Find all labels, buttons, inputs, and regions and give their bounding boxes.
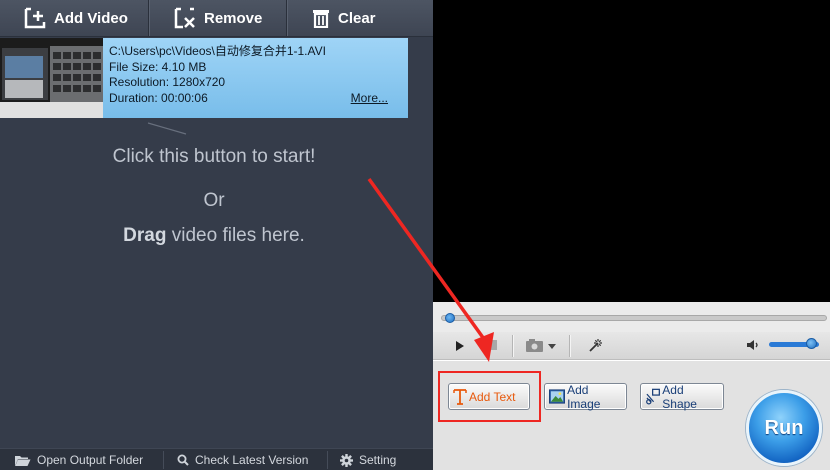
annotation-highlight-box	[438, 371, 541, 422]
camera-icon[interactable]	[525, 339, 557, 353]
edit-area: Add Text Add Image Add Shape Run	[433, 361, 830, 470]
volume-slider-handle[interactable]	[805, 338, 817, 349]
setting-label: Setting	[359, 453, 397, 467]
add-video-icon	[24, 7, 46, 29]
video-thumbnail	[0, 38, 103, 118]
file-list-item[interactable]: C:\Users\pc\Videos\自动修复合并1-1.AVI File Si…	[0, 38, 408, 118]
image-icon	[549, 389, 566, 404]
magic-wand-icon[interactable]	[587, 338, 603, 354]
folder-icon	[15, 455, 31, 466]
stop-icon[interactable]	[487, 340, 497, 350]
video-preview	[433, 0, 830, 302]
remove-button[interactable]: Remove	[174, 0, 262, 36]
toolbar: Add Video Remove Clear	[0, 0, 433, 37]
add-video-label: Add Video	[54, 9, 128, 27]
drag-bold: Drag	[123, 225, 167, 246]
file-size: File Size: 4.10 MB	[109, 59, 207, 74]
remove-label: Remove	[204, 9, 263, 27]
add-video-button[interactable]: Add Video	[24, 0, 128, 36]
drag-rest: video files here.	[166, 225, 305, 246]
progress-slider-handle[interactable]	[445, 313, 455, 323]
or-hint: Or	[203, 190, 225, 211]
speaker-icon[interactable]	[746, 339, 760, 351]
file-resolution: Resolution: 1280x720	[109, 75, 226, 89]
open-output-folder-button[interactable]: Open Output Folder	[14, 453, 143, 467]
check-latest-version-button[interactable]: Check Latest Version	[177, 453, 308, 467]
add-shape-button[interactable]: Add Shape	[640, 382, 724, 411]
add-shape-label: Add Shape	[662, 382, 697, 411]
clear-label: Clear	[338, 9, 376, 27]
progress-track[interactable]	[441, 315, 827, 321]
setting-button[interactable]: Setting	[340, 453, 396, 467]
search-icon	[177, 454, 189, 466]
timeline	[433, 302, 830, 332]
open-output-folder-label: Open Output Folder	[37, 453, 144, 467]
file-list-panel: Add Video Remove Clear C:\Users\pc\Video…	[0, 0, 433, 470]
file-path: C:\Users\pc\Videos\自动修复合并1-1.AVI	[109, 44, 326, 58]
remove-icon	[174, 7, 195, 29]
click-to-start-hint: Click this button to start!	[112, 146, 316, 167]
play-icon[interactable]	[455, 340, 465, 352]
shape-icon	[646, 388, 660, 405]
add-image-button[interactable]: Add Image	[544, 382, 627, 411]
add-image-label: Add Image	[567, 382, 601, 411]
bottom-bar: Open Output Folder Check Latest Version	[0, 448, 433, 470]
run-button[interactable]: Run	[746, 390, 822, 466]
clear-button[interactable]: Clear	[312, 0, 376, 36]
more-info-link[interactable]: More...	[351, 91, 388, 107]
player-controls	[433, 332, 830, 360]
trash-icon	[313, 10, 329, 28]
file-info: C:\Users\pc\Videos\自动修复合并1-1.AVI File Si…	[103, 38, 408, 118]
gear-icon	[340, 453, 353, 467]
check-latest-version-label: Check Latest Version	[195, 453, 309, 467]
drag-files-hint: Drag video files here.	[0, 225, 428, 247]
